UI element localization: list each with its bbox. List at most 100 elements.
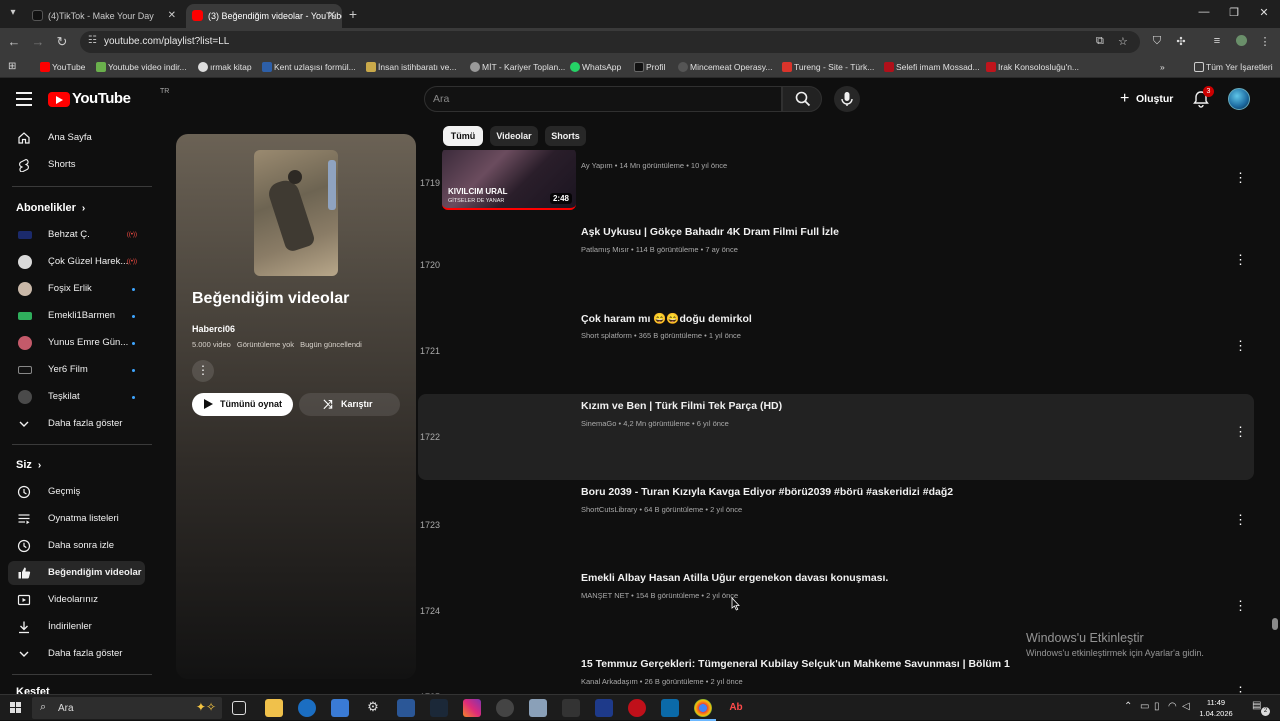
playlist-cover-thumbnail[interactable]	[254, 150, 338, 276]
reload-icon[interactable]: ↻	[54, 34, 70, 50]
bookmark-insan-istihbarati[interactable]: İnsan istihbaratı ve...	[366, 60, 456, 74]
settings-gear-icon[interactable]: ⚙	[364, 699, 382, 717]
chrome-icon[interactable]	[690, 699, 716, 721]
bookmark-mincemeat[interactable]: Mincemeat Operasy...	[678, 60, 773, 74]
filter-chip-shorts[interactable]: Shorts	[545, 126, 586, 146]
hamburger-menu-icon[interactable]	[16, 92, 32, 106]
video-title[interactable]: Aşk Uykusu | Gökçe Bahadır 4K Dram Filmi…	[581, 226, 839, 238]
video-more-options-icon[interactable]: ⋮	[1234, 424, 1247, 440]
bookmark-youtube[interactable]: YouTube	[40, 60, 85, 74]
menu-kebab-icon[interactable]: ⋮	[1258, 35, 1272, 48]
app-icon[interactable]	[529, 699, 547, 717]
sidebar-item-your-videos[interactable]: Videolarınız	[8, 588, 145, 612]
app-icon[interactable]	[661, 699, 679, 717]
tab-search-icon[interactable]: ▾	[6, 7, 20, 21]
app-icon[interactable]	[562, 699, 580, 717]
restore-button[interactable]: ❐	[1224, 6, 1244, 19]
tray-app-icon[interactable]: ▯	[1154, 701, 1160, 712]
bookmark-kent-uzlasisi[interactable]: Kent uzlaşısı formül...	[262, 60, 356, 74]
video-more-options-icon[interactable]: ⋮	[1234, 252, 1247, 268]
sidebar-item-playlists[interactable]: Oynatma listeleri	[8, 507, 145, 531]
video-more-options-icon[interactable]: ⋮	[1234, 512, 1247, 528]
sidebar-item-shorts[interactable]: Shorts	[8, 153, 145, 177]
back-icon[interactable]: ←	[6, 34, 22, 49]
video-title[interactable]: Çok haram mı 😄😄doğu demirkol	[581, 312, 752, 325]
voice-search-button[interactable]	[834, 86, 860, 112]
page-scrollbar[interactable]	[1270, 78, 1280, 694]
tray-app-icon[interactable]: ▭	[1140, 701, 1149, 712]
account-avatar[interactable]	[1228, 88, 1250, 110]
task-view-icon[interactable]	[232, 701, 246, 715]
media-icon[interactable]: ≡	[1210, 35, 1224, 47]
sidebar-item-home[interactable]: Ana Sayfa	[8, 126, 145, 150]
sidebar-subscription-cok-guzel[interactable]: Çok Güzel Harek... ((•))	[8, 250, 145, 274]
video-channel[interactable]: MANŞET NET	[581, 591, 629, 600]
bookmark-profil[interactable]: Profil	[634, 60, 665, 74]
taskbar-search-input[interactable]	[58, 701, 178, 715]
video-channel[interactable]: Ay Yapım	[581, 161, 613, 170]
file-explorer-icon[interactable]	[265, 699, 283, 717]
video-more-options-icon[interactable]: ⋮	[1234, 338, 1247, 354]
app-icon[interactable]	[595, 699, 613, 717]
forward-icon[interactable]: →	[30, 34, 46, 49]
video-row[interactable]: 1723 Boru 2039 - Turan Kızıyla Kavga Edi…	[418, 486, 1254, 570]
video-channel[interactable]: Kanal Arkadaşım	[581, 677, 638, 686]
video-row[interactable]: 1722 Kızım ve Ben | Türk Filmi Tek Parça…	[418, 394, 1254, 480]
video-channel[interactable]: Short splatform	[581, 331, 632, 340]
video-row[interactable]: 1725 15 Temmuz Gerçekleri: Tümgeneral Ku…	[418, 658, 1254, 694]
video-channel[interactable]: Patlamış Mısır	[581, 245, 629, 254]
bookmarks-overflow-icon[interactable]: »	[1160, 60, 1165, 74]
video-thumbnail[interactable]: KIVILCIM URAL GİTSELER DE YANAR 2:48	[442, 150, 576, 210]
video-title[interactable]: Emekli Albay Hasan Atilla Uğur ergenekon…	[581, 572, 888, 584]
bookmark-video-download[interactable]: Youtube video indir...	[96, 60, 187, 74]
video-row[interactable]: 1720 Aşk Uykusu | Gökçe Bahadır 4K Dram …	[418, 226, 1254, 310]
bookmark-whatsapp[interactable]: WhatsApp	[570, 60, 621, 74]
app-icon[interactable]	[628, 699, 646, 717]
sidebar-subscription-yer6[interactable]: Yer6 Film	[8, 358, 145, 382]
shield-icon[interactable]: ⛉	[1150, 35, 1164, 48]
sidebar-subs-show-more[interactable]: Daha fazla göster	[8, 412, 145, 436]
address-bar[interactable]: ☷ youtube.com/playlist?list=LL ⧉ ☆	[80, 31, 1140, 53]
system-clock[interactable]: 11:49 1.04.2026	[1196, 697, 1236, 719]
sidebar-item-liked-videos[interactable]: Beğendiğim videolar	[8, 561, 145, 585]
apps-grid-icon[interactable]: ⊞	[8, 61, 16, 72]
sidebar-subscription-emekli[interactable]: Emekli1Barmen	[8, 304, 145, 328]
tab-tiktok[interactable]: (4)TikTok - Make Your Day ✕	[26, 4, 182, 28]
extensions-icon[interactable]: ✣	[1174, 35, 1188, 48]
video-more-options-icon[interactable]: ⋮	[1234, 598, 1247, 614]
scrollbar-thumb[interactable]	[1272, 618, 1278, 630]
site-info-icon[interactable]: ☷	[88, 35, 97, 46]
steam-icon[interactable]	[430, 699, 448, 717]
volume-icon[interactable]: ◁	[1182, 701, 1190, 712]
wifi-icon[interactable]: ◠	[1168, 701, 1177, 712]
close-tab-icon[interactable]: ✕	[328, 4, 336, 28]
app-icon[interactable]: Ab	[727, 699, 745, 717]
minimize-button[interactable]: —	[1194, 6, 1214, 18]
outlook-icon[interactable]	[298, 699, 316, 717]
sidebar-subscription-fosix[interactable]: Foşix Erlik	[8, 277, 145, 301]
tray-overflow-icon[interactable]: ⌃	[1124, 701, 1132, 712]
video-more-options-icon[interactable]: ⋮	[1234, 684, 1247, 694]
all-bookmarks[interactable]: Tüm Yer İşaretleri	[1194, 60, 1273, 74]
sidebar-item-history[interactable]: Geçmiş	[8, 480, 145, 504]
bookmark-tureng[interactable]: Tureng - Site - Türk...	[782, 60, 874, 74]
sidebar-subscription-behzat[interactable]: Behzat Ç. ((•))	[8, 223, 145, 247]
new-tab-button[interactable]: +	[346, 4, 360, 24]
sidebar-item-watch-later[interactable]: Daha sonra izle	[8, 534, 145, 558]
github-icon[interactable]	[496, 699, 514, 717]
network-app-icon[interactable]	[397, 699, 415, 717]
video-channel[interactable]: ShortCutsLibrary	[581, 505, 637, 514]
store-icon[interactable]	[331, 699, 349, 717]
bookmark-irak-konsoloslugu[interactable]: Irak Konsolosluğu'n...	[986, 60, 1079, 74]
sidebar-subscription-teskilat[interactable]: Teşkilat	[8, 385, 145, 409]
video-title[interactable]: Kızım ve Ben | Türk Filmi Tek Parça (HD)	[581, 400, 782, 412]
video-title[interactable]: 15 Temmuz Gerçekleri: Tümgeneral Kubilay…	[581, 658, 1010, 670]
subscriptions-heading[interactable]: Abonelikler ›	[16, 202, 85, 214]
instagram-icon[interactable]	[463, 699, 481, 717]
notifications-button[interactable]: 3	[1192, 86, 1214, 108]
search-button[interactable]	[782, 86, 822, 112]
video-row[interactable]: 1721 Çok haram mı 😄😄doğu demirkol Short …	[418, 312, 1254, 396]
video-channel[interactable]: SinemaGo	[581, 419, 616, 428]
bookmark-star-icon[interactable]: ☆	[1118, 35, 1128, 48]
windows-start-icon[interactable]	[10, 702, 22, 714]
